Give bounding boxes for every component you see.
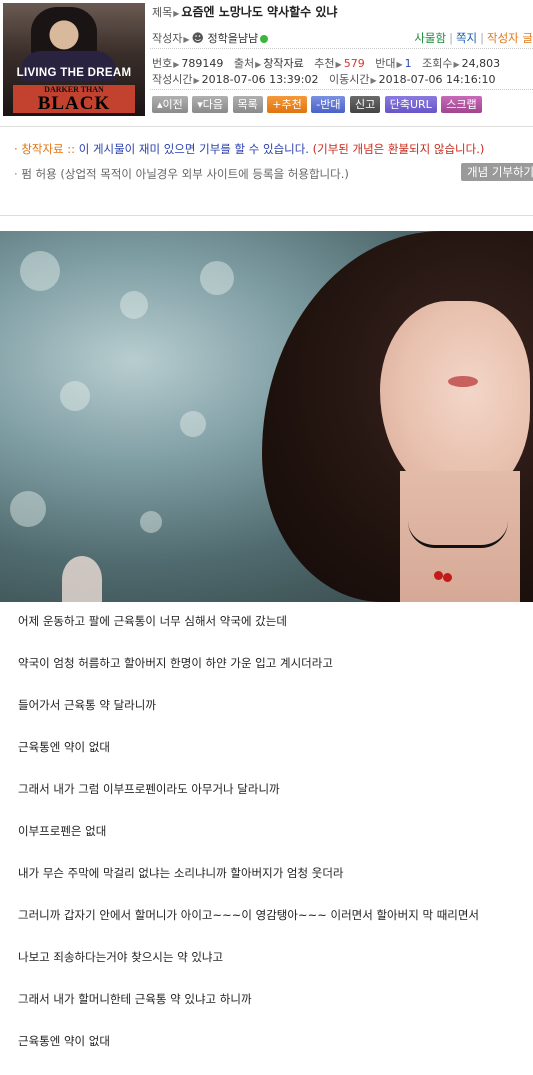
views-count: 24,803 xyxy=(461,57,501,70)
bokeh-light xyxy=(60,381,90,411)
post-number: 789149 xyxy=(181,57,224,70)
avatar-logo-bottom: BLACK xyxy=(37,93,111,114)
arrow-icon: ▶ xyxy=(370,76,377,85)
post-source: 창작자료 xyxy=(263,57,304,70)
list-button[interactable]: 목록 xyxy=(232,96,263,113)
scrap-button[interactable]: 스크랩 xyxy=(441,96,482,113)
next-button[interactable]: ▾다음 xyxy=(192,96,229,113)
arrow-icon: ▶ xyxy=(173,60,180,69)
author-row: 작성자▶ ☻ 정학을냠냠 사물함 | 쪽지 | 작성자 글 xyxy=(152,30,533,46)
title-row: 제목▶ 요즘엔 노망나도 약사할수 있냐 xyxy=(152,3,337,20)
recommend-label: 추천 xyxy=(314,57,335,70)
share-text: (상업적 목적이 아닐경우 외부 사이트에 등록을 허용합니다.) xyxy=(56,167,349,181)
post-content: 어제 운동하고 팔에 근육통이 너무 심해서 약국에 갔는데 약국이 엄청 허름… xyxy=(18,613,528,1075)
share-tag: 펌 허용 xyxy=(21,167,57,181)
number-label: 번호 xyxy=(152,57,173,70)
author-nickname[interactable]: 정학을냠냠 xyxy=(208,32,259,45)
short-url-button[interactable]: 단축URL xyxy=(384,96,437,113)
moved-label: 이동시간 xyxy=(328,73,370,86)
content-paragraph: 어제 운동하고 팔에 근육통이 너무 심해서 약국에 갔는데 xyxy=(18,614,287,628)
oppose-button[interactable]: -반대 xyxy=(311,96,346,113)
divider xyxy=(150,89,533,90)
arrow-icon: ▶ xyxy=(255,60,262,69)
lips xyxy=(448,376,478,387)
arrow-icon: ▶ xyxy=(396,60,403,69)
recommend-button[interactable]: +추천 xyxy=(267,96,307,113)
arrow-icon: ▶ xyxy=(193,76,200,85)
content-paragraph: 약국이 엄청 허름하고 할아버지 한명이 하얀 가운 입고 계시더라고 xyxy=(18,656,333,670)
bokeh-light xyxy=(180,411,206,437)
blurred-hand xyxy=(62,556,102,602)
content-paragraph: 그래서 내가 그럼 이부프로펜이라도 아무거나 달라니까 xyxy=(18,782,280,796)
post-title: 요즘엔 노망나도 약사할수 있냐 xyxy=(181,5,338,19)
views-label: 조회수 xyxy=(422,57,453,70)
notice-text: 이 게시물이 재미 있으면 기부를 할 수 있습니다. xyxy=(78,142,313,156)
created-label: 작성시간 xyxy=(152,73,193,86)
content-paragraph: 그러니까 갑자기 안에서 할머니가 아이고~~~이 영감탱아~~~ 이러면서 할… xyxy=(18,908,480,922)
divider: | xyxy=(449,31,453,45)
block-link[interactable]: 사물함 xyxy=(414,31,446,45)
meta-row-1: 번호▶ 789149 출처▶ 창작자료 추천▶ 579 반대▶ 1 조회수▶ 24,803 xyxy=(152,55,500,71)
content-paragraph: 나보고 죄송하다는거야 찾으시는 약 있냐고 xyxy=(18,950,224,964)
author-posts-link[interactable]: 작성자 글 xyxy=(487,31,533,45)
post-header: LIVING THE DREAM DARKER THAN BLACK 제목▶ 요즘… xyxy=(0,0,533,122)
recommend-count: 579 xyxy=(343,57,365,70)
bullet-icon: · xyxy=(14,142,18,156)
author-avatar[interactable]: LIVING THE DREAM DARKER THAN BLACK xyxy=(3,3,145,116)
oppose-count: 1 xyxy=(404,57,412,70)
divider xyxy=(0,215,533,216)
divider xyxy=(0,126,533,127)
bokeh-light xyxy=(120,291,148,319)
bullet-icon: · xyxy=(14,167,18,181)
meta-row-2: 작성시간▶ 2018-07-06 13:39:02 이동시간▶ 2018-07-06… xyxy=(152,71,495,87)
oppose-label: 반대 xyxy=(375,57,396,70)
bokeh-light xyxy=(10,491,46,527)
cherry-pendant xyxy=(443,573,452,582)
content-paragraph: 근육통엔 약이 없대 xyxy=(18,740,110,754)
notice-separator: :: xyxy=(63,142,79,156)
content-paragraph: 내가 무슨 주막에 막걸리 없냐는 소리냐니까 할아버지가 엄청 웃더라 xyxy=(18,866,344,880)
bokeh-light xyxy=(200,261,234,295)
created-time: 2018-07-06 13:39:02 xyxy=(201,73,319,86)
arrow-icon: ▶ xyxy=(183,35,190,44)
donate-button[interactable]: 개념 기부하기 xyxy=(461,163,533,181)
arrow-icon: ▶ xyxy=(335,60,342,69)
notice-category: 창작자료 xyxy=(21,142,64,156)
divider: | xyxy=(480,31,485,45)
divider xyxy=(150,48,533,49)
donation-notice: · 창작자료 :: 이 게시물이 재미 있으면 기부를 할 수 있습니다. (기… xyxy=(14,141,484,157)
author-face-icon: ☻ xyxy=(191,31,205,45)
content-paragraph: 이부프로펜은 없대 xyxy=(18,824,107,838)
prev-button[interactable]: ▴이전 xyxy=(152,96,188,113)
cherry-pendant xyxy=(434,571,443,580)
author-links: 사물함 | 쪽지 | 작성자 글 xyxy=(414,30,533,46)
title-label: 제목 xyxy=(152,6,173,19)
author-label: 작성자 xyxy=(152,32,183,45)
content-paragraph: 그래서 내가 할머니한테 근육통 약 있냐고 하니까 xyxy=(18,992,252,1006)
share-notice: · 펌 허용 (상업적 목적이 아닐경우 외부 사이트에 등록을 허용합니다.) xyxy=(14,166,349,182)
report-button[interactable]: 신고 xyxy=(349,96,381,113)
choker xyxy=(408,521,508,548)
avatar-caption: LIVING THE DREAM xyxy=(16,67,132,79)
message-link[interactable]: 쪽지 xyxy=(456,31,477,45)
content-paragraph: 들어가서 근육통 약 달라니까 xyxy=(18,698,156,712)
online-status-icon xyxy=(260,35,269,43)
bokeh-light xyxy=(140,511,162,533)
post-image xyxy=(0,231,533,602)
arrow-icon: ▶ xyxy=(453,60,460,69)
avatar-logo: DARKER THAN BLACK xyxy=(13,85,135,113)
arrow-icon: ▶ xyxy=(173,9,180,18)
moved-time: 2018-07-06 14:16:10 xyxy=(378,73,496,86)
content-paragraph: 근육통엔 약이 없대 xyxy=(18,1034,110,1048)
bokeh-light xyxy=(20,251,60,291)
post-toolbar: ▴이전 ▾다음 목록 +추천 -반대 신고 단축URL 스크랩 xyxy=(152,96,483,113)
notice-warning: (기부된 개념은 환불되지 않습니다.) xyxy=(312,142,485,156)
source-label: 출처 xyxy=(233,57,255,70)
